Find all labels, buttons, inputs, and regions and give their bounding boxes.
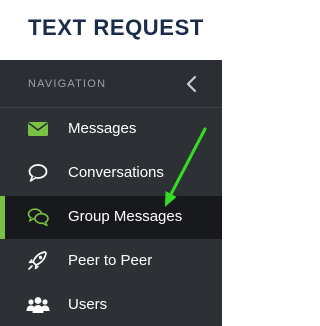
text-request-logo[interactable]: TEXT REQUEST [28,15,204,41]
sidebar-item-label: Conversations [68,164,164,181]
sidebar-item-label: Messages [68,120,137,137]
sidebar-item-users[interactable]: Users [0,284,222,326]
sidebar-item-messages[interactable]: Messages [0,108,222,151]
users-icon [26,294,50,316]
sidebar-item-group-messages[interactable]: Group Messages [0,196,222,239]
sidebar-item-conversations[interactable]: Conversations [0,152,222,195]
sidebar-item-label: Group Messages [68,208,183,225]
sidebar-item-peer-to-peer[interactable]: Peer to Peer [0,240,222,283]
envelope-icon [26,118,50,140]
sidebar-item-label: Users [68,296,108,313]
sidebar: NAVIGATION Messages Conversations Group … [0,60,222,326]
navigation-header: NAVIGATION [0,60,222,108]
group-chat-icon [26,206,50,228]
chat-bubble-icon [26,162,50,184]
sidebar-item-label: Peer to Peer [68,252,153,269]
logo-bar: TEXT REQUEST [0,0,222,60]
rocket-icon [26,250,50,272]
navigation-header-label: NAVIGATION [28,78,107,90]
chevron-left-icon[interactable] [184,74,200,94]
